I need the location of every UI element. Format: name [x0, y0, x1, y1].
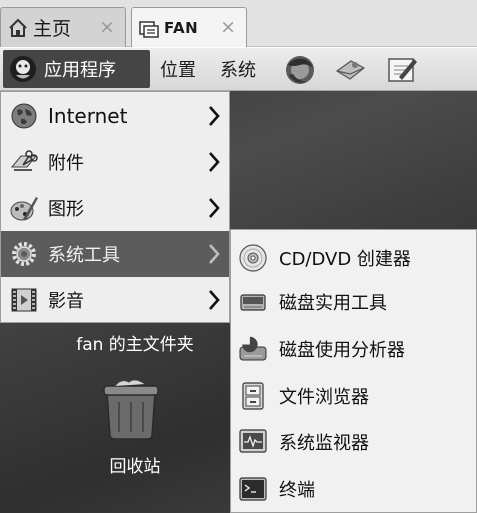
menu-item-graphics[interactable]: 图形: [1, 185, 229, 231]
ubuntu-logo-icon: [10, 56, 36, 82]
tab-home-label: 主页: [33, 18, 72, 40]
submenu-item-file-browser-label: 文件浏览器: [279, 387, 369, 408]
trash-icon[interactable]: [101, 378, 161, 440]
places-menu-label: 位置: [160, 60, 196, 81]
disk-utility-icon: [240, 294, 266, 311]
accessories-icon: [10, 150, 38, 171]
menu-item-graphics-label: 图形: [48, 199, 84, 220]
graphics-icon: [10, 197, 38, 221]
gear-icon: [12, 242, 36, 266]
system-menu-label: 系统: [220, 60, 256, 81]
file-cabinet-icon: [242, 382, 264, 410]
submenu-item-file-browser[interactable]: 文件浏览器: [231, 371, 476, 421]
submenu-item-terminal[interactable]: 终端: [231, 464, 476, 513]
tab-fan-close-button[interactable]: ×: [220, 16, 236, 38]
menu-item-sound-video[interactable]: 影音: [1, 277, 229, 323]
submenu-item-terminal-label: 终端: [279, 480, 315, 501]
chevron-right-icon: [209, 152, 220, 172]
firefox-launcher-icon[interactable]: [283, 53, 317, 87]
tab-fan-label: FAN: [164, 18, 199, 37]
tab-home-close-button[interactable]: ×: [99, 16, 115, 38]
submenu-item-disk-utility-label: 磁盘实用工具: [279, 293, 387, 314]
system-monitor-icon: [239, 429, 267, 453]
tab-fan[interactable]: FAN ×: [131, 7, 247, 47]
chevron-right-icon: [209, 106, 220, 126]
menu-item-system-tools-label: 系统工具: [48, 245, 120, 266]
submenu-item-disk-usage-analyzer[interactable]: 磁盘使用分析器: [231, 324, 476, 374]
terminal-icon: [239, 477, 267, 501]
submenu-item-cd-dvd-creator-label: CD/DVD 创建器: [279, 249, 411, 270]
places-menu-button[interactable]: 位置: [160, 54, 196, 84]
menu-item-internet[interactable]: Internet: [1, 93, 229, 139]
menu-item-accessories[interactable]: 附件: [1, 139, 229, 185]
film-icon: [11, 288, 37, 312]
system-tools-submenu: CD/DVD 创建器 磁盘实用工具 磁盘使用分析器 文件浏览器 系统监视器 终端: [230, 229, 477, 513]
chevron-right-icon: [209, 198, 220, 218]
globe-icon: [11, 103, 37, 129]
submenu-item-cd-dvd-creator[interactable]: CD/DVD 创建器: [231, 233, 476, 283]
disk-analyzer-icon: [239, 336, 267, 361]
disc-icon: [239, 244, 267, 272]
menu-item-accessories-label: 附件: [48, 153, 84, 174]
applications-menu-label: 应用程序: [44, 60, 116, 81]
top-panel: 应用程序 位置 系统: [0, 48, 477, 91]
applications-menu: Internet 附件 图形 系统工具 影音: [0, 91, 230, 323]
chevron-right-icon: [209, 244, 220, 264]
chevron-right-icon: [209, 290, 220, 310]
tab-home[interactable]: 主页 ×: [0, 7, 126, 47]
home-icon: [9, 18, 27, 37]
trash-label[interactable]: 回收站: [90, 452, 180, 477]
tab-bar: 主页 × FAN ×: [0, 0, 477, 47]
submenu-item-system-monitor-label: 系统监视器: [279, 433, 369, 454]
menu-item-internet-label: Internet: [48, 104, 128, 128]
submenu-item-system-monitor[interactable]: 系统监视器: [231, 417, 476, 467]
email-launcher-icon[interactable]: [333, 53, 367, 87]
submenu-item-disk-usage-analyzer-label: 磁盘使用分析器: [279, 340, 405, 361]
folder-icon: [139, 20, 159, 38]
submenu-item-disk-utility[interactable]: 磁盘实用工具: [231, 277, 476, 327]
applications-menu-button[interactable]: 应用程序: [3, 50, 150, 88]
system-menu-button[interactable]: 系统: [220, 54, 256, 84]
menu-item-system-tools[interactable]: 系统工具: [1, 231, 229, 277]
text-editor-launcher-icon[interactable]: [385, 53, 419, 87]
menu-item-sound-video-label: 影音: [48, 291, 84, 312]
